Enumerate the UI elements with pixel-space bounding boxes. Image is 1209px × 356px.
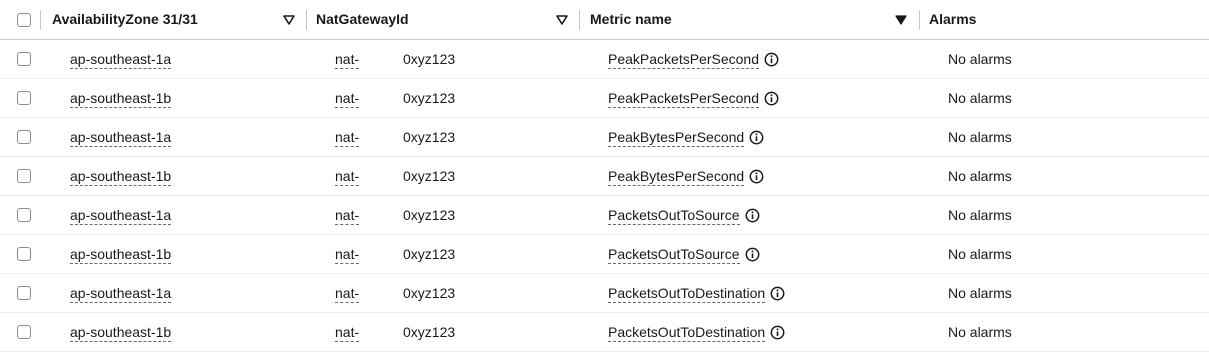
row-select-checkbox[interactable] xyxy=(17,325,31,339)
availability-zone-value[interactable]: ap-southeast-1a xyxy=(70,51,172,69)
info-circle-icon[interactable] xyxy=(749,130,764,145)
info-circle-icon[interactable] xyxy=(764,91,779,106)
alarms-value: No alarms xyxy=(948,168,1012,184)
info-circle-icon[interactable] xyxy=(749,169,764,184)
column-divider[interactable] xyxy=(40,10,41,30)
info-circle-icon[interactable] xyxy=(770,286,785,301)
info-circle-icon[interactable] xyxy=(745,247,760,262)
alarms-value: No alarms xyxy=(948,51,1012,67)
column-divider[interactable] xyxy=(306,10,307,30)
table-row: ap-southeast-1b nat- 0xyz123 PacketsOutToSo… xyxy=(0,235,1209,274)
metric-name-value[interactable]: PeakBytesPerSecond xyxy=(608,129,745,147)
table-row: ap-southeast-1a nat- 0xyz123 PeakBytesPerSe… xyxy=(0,118,1209,157)
table-row: ap-southeast-1a nat- 0xyz123 PeakPacketsPer… xyxy=(0,40,1209,79)
row-select-checkbox[interactable] xyxy=(17,208,31,222)
nat-gateway-suffix: 0xyz123 xyxy=(403,285,456,301)
nat-gateway-suffix: 0xyz123 xyxy=(403,90,456,106)
select-all-checkbox[interactable] xyxy=(17,13,31,27)
nat-gateway-suffix: 0xyz123 xyxy=(403,246,456,262)
row-select-checkbox[interactable] xyxy=(17,91,31,105)
nat-gateway-prefix[interactable]: nat- xyxy=(335,207,360,225)
metric-name-value[interactable]: PacketsOutToSource xyxy=(608,207,740,225)
caret-down-outline-icon[interactable] xyxy=(555,14,569,26)
caret-down-outline-icon[interactable] xyxy=(282,14,296,26)
nat-gateway-prefix[interactable]: nat- xyxy=(335,246,360,264)
row-select-checkbox[interactable] xyxy=(17,286,31,300)
nat-gateway-prefix[interactable]: nat- xyxy=(335,168,360,186)
column-divider[interactable] xyxy=(919,10,920,30)
info-circle-icon[interactable] xyxy=(770,325,785,340)
table-row: ap-southeast-1b nat- 0xyz123 PeakPacketsPer… xyxy=(0,79,1209,118)
metric-name-value[interactable]: PeakPacketsPerSecond xyxy=(608,90,759,108)
row-select-checkbox[interactable] xyxy=(17,130,31,144)
metric-name-value[interactable]: PeakBytesPerSecond xyxy=(608,168,745,186)
table-row: ap-southeast-1b nat- 0xyz123 PacketsOutToDe… xyxy=(0,313,1209,352)
availability-zone-value[interactable]: ap-southeast-1a xyxy=(70,285,172,303)
nat-gateway-prefix[interactable]: nat- xyxy=(335,285,360,303)
alarms-value: No alarms xyxy=(948,324,1012,340)
nat-gateway-suffix: 0xyz123 xyxy=(403,207,456,223)
nat-gateway-prefix[interactable]: nat- xyxy=(335,51,360,69)
nat-gateway-prefix[interactable]: nat- xyxy=(335,90,360,108)
table-row: ap-southeast-1b nat- 0xyz123 PeakBytesPerSe… xyxy=(0,157,1209,196)
row-select-checkbox[interactable] xyxy=(17,52,31,66)
metric-name-value[interactable]: PacketsOutToDestination xyxy=(608,285,766,303)
metric-name-value[interactable]: PacketsOutToDestination xyxy=(608,324,766,342)
alarms-value: No alarms xyxy=(948,207,1012,223)
availability-zone-value[interactable]: ap-southeast-1b xyxy=(70,168,172,186)
availability-zone-value[interactable]: ap-southeast-1b xyxy=(70,246,172,264)
availability-zone-value[interactable]: ap-southeast-1a xyxy=(70,129,172,147)
row-select-checkbox[interactable] xyxy=(17,247,31,261)
table-row: ap-southeast-1a nat- 0xyz123 PacketsOutToDe… xyxy=(0,274,1209,313)
nat-gateway-suffix: 0xyz123 xyxy=(403,129,456,145)
nat-gateway-suffix: 0xyz123 xyxy=(403,51,456,67)
metric-name-value[interactable]: PacketsOutToSource xyxy=(608,246,740,264)
info-circle-icon[interactable] xyxy=(764,52,779,67)
nat-gateway-prefix[interactable]: nat- xyxy=(335,324,360,342)
table-header: AvailabilityZone 31/31 NatGatewayId Metr… xyxy=(0,0,1209,40)
alarms-value: No alarms xyxy=(948,90,1012,106)
alarms-value: No alarms xyxy=(948,129,1012,145)
column-header-metric-name[interactable]: Metric name xyxy=(590,11,672,27)
column-header-availability-zone[interactable]: AvailabilityZone 31/31 xyxy=(52,11,198,27)
alarms-value: No alarms xyxy=(948,285,1012,301)
metrics-table: AvailabilityZone 31/31 NatGatewayId Metr… xyxy=(0,0,1209,356)
nat-gateway-suffix: 0xyz123 xyxy=(403,168,456,184)
nat-gateway-suffix: 0xyz123 xyxy=(403,324,456,340)
table-row: ap-southeast-1a nat- 0xyz123 PacketsOutToSo… xyxy=(0,196,1209,235)
availability-zone-value[interactable]: ap-southeast-1b xyxy=(70,90,172,108)
caret-down-filled-icon[interactable] xyxy=(894,14,908,26)
column-header-nat-gateway-id[interactable]: NatGatewayId xyxy=(316,11,409,27)
metric-name-value[interactable]: PeakPacketsPerSecond xyxy=(608,51,759,69)
column-divider[interactable] xyxy=(579,10,580,30)
column-header-alarms[interactable]: Alarms xyxy=(929,11,976,27)
nat-gateway-prefix[interactable]: nat- xyxy=(335,129,360,147)
alarms-value: No alarms xyxy=(948,246,1012,262)
info-circle-icon[interactable] xyxy=(745,208,760,223)
availability-zone-value[interactable]: ap-southeast-1b xyxy=(70,324,172,342)
row-select-checkbox[interactable] xyxy=(17,169,31,183)
availability-zone-value[interactable]: ap-southeast-1a xyxy=(70,207,172,225)
